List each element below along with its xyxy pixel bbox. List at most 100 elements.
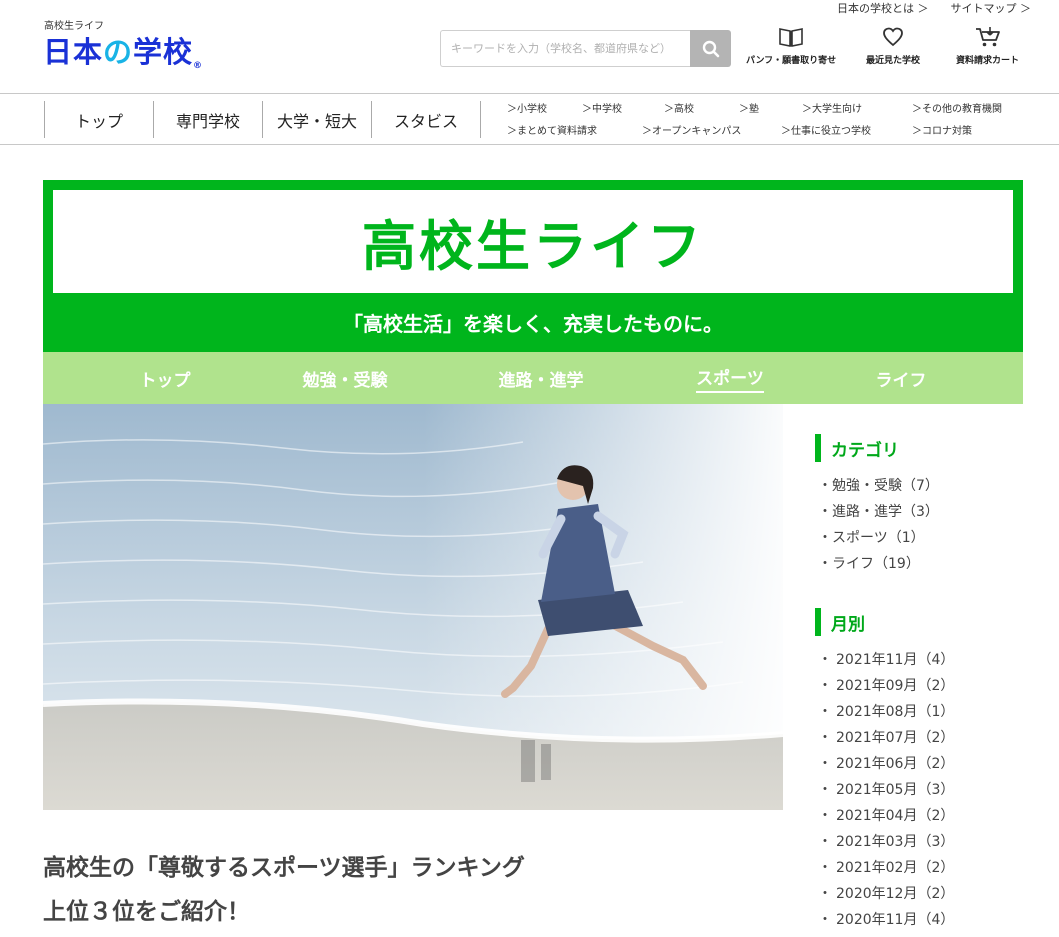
month-label: 2021年08月（1） xyxy=(836,704,955,720)
monthly-list: ・ 2021年11月（4） ・ 2021年09月（2） ・ 2021年08月（1） ・… xyxy=(818,646,954,932)
magnifier-icon xyxy=(702,40,719,57)
sublink-cram-school[interactable]: ＞塾 xyxy=(739,100,759,115)
logo-registered-mark: ® xyxy=(193,61,204,71)
tab-career[interactable]: 進路・進学 xyxy=(481,352,601,404)
bullet: ・ xyxy=(818,678,832,694)
gnav-divider xyxy=(480,101,481,138)
month-label: 2021年04月（2） xyxy=(836,808,955,824)
category-label: ライフ（19） xyxy=(832,556,920,572)
tab-life[interactable]: ライフ xyxy=(841,352,961,404)
gnav-vocational-school[interactable]: 専門学校 xyxy=(153,101,262,138)
month-item[interactable]: ・ 2021年09月（2） xyxy=(818,672,954,698)
bullet: ・ xyxy=(818,860,832,876)
bullet: ・ xyxy=(818,808,832,824)
gnav-top[interactable]: トップ xyxy=(44,101,153,138)
gnav-stabis[interactable]: スタビス xyxy=(371,101,480,138)
category-list: ・勉強・受験（7） ・進路・進学（3） ・スポーツ（1） ・ライフ（19） xyxy=(818,472,939,576)
heart-icon xyxy=(883,27,903,47)
sublink-open-campus[interactable]: ＞オープンキャンパス xyxy=(642,122,741,137)
month-item[interactable]: ・ 2021年11月（4） xyxy=(818,646,954,672)
sublink-junior-high[interactable]: ＞中学校 xyxy=(582,100,622,115)
bullet: ・ xyxy=(818,556,832,572)
tab-study-exam[interactable]: 勉強・受験 xyxy=(285,352,405,404)
sitemap-link[interactable]: サイトマップ ＞ xyxy=(951,0,1032,16)
month-label: 2021年02月（2） xyxy=(836,860,955,876)
category-item-life[interactable]: ・ライフ（19） xyxy=(818,550,939,576)
sublink-other-institutions[interactable]: ＞その他の教育機関 xyxy=(912,100,1002,115)
bullet: ・ xyxy=(818,834,832,850)
article-title: 高校生の「尊敬するスポーツ選手」ランキング 上位３位をご紹介！ xyxy=(43,846,525,934)
month-item[interactable]: ・ 2020年11月（4） xyxy=(818,906,954,932)
recently-viewed-button[interactable]: 最近見た学校 xyxy=(866,26,920,66)
month-label: 2021年09月（2） xyxy=(836,678,955,694)
sublink-high-school[interactable]: ＞高校 xyxy=(664,100,694,115)
banner-title: 高校生ライフ xyxy=(362,215,704,278)
category-item-study[interactable]: ・勉強・受験（7） xyxy=(818,472,939,498)
category-nav: トップ 勉強・受験 進路・進学 スポーツ ライフ xyxy=(43,352,1023,404)
tab-top[interactable]: トップ xyxy=(105,352,225,404)
month-item[interactable]: ・ 2021年04月（2） xyxy=(818,802,954,828)
category-item-sports[interactable]: ・スポーツ（1） xyxy=(818,524,939,550)
month-label: 2021年11月（4） xyxy=(836,652,955,668)
tab-life-label: ライフ xyxy=(875,370,927,391)
hero-image xyxy=(43,404,783,810)
category-label: スポーツ（1） xyxy=(832,530,925,546)
banner-subtitle: 「高校生活」を楽しく、充実したものに。 xyxy=(343,312,723,336)
book-icon xyxy=(779,28,803,47)
tab-sports-label: スポーツ xyxy=(696,364,764,393)
bullet: ・ xyxy=(818,886,832,902)
sublink-for-university-students[interactable]: ＞大学生向け xyxy=(802,100,862,115)
bullet: ・ xyxy=(818,912,832,928)
sublink-elementary[interactable]: ＞小学校 xyxy=(507,100,547,115)
month-item[interactable]: ・ 2020年12月（2） xyxy=(818,880,954,906)
bullet: ・ xyxy=(818,652,832,668)
month-item[interactable]: ・ 2021年05月（3） xyxy=(818,776,954,802)
cart-icon xyxy=(975,27,1000,47)
category-label: 進路・進学（3） xyxy=(832,504,939,520)
request-cart-label: 資料請求カート xyxy=(956,56,1020,66)
bullet: ・ xyxy=(818,504,832,520)
monthly-heading: 月別 xyxy=(815,608,1015,636)
global-nav: トップ 専門学校 大学・短大 スタビス ＞小学校 ＞中学校 ＞高校 ＞塾 ＞大学… xyxy=(0,93,1059,145)
article-title-line-1: 高校生の「尊敬するスポーツ選手」ランキング xyxy=(43,855,525,881)
month-item[interactable]: ・ 2021年06月（2） xyxy=(818,750,954,776)
bullet: ・ xyxy=(818,704,832,720)
month-item[interactable]: ・ 2021年03月（3） xyxy=(818,828,954,854)
pamphlet-request-button[interactable]: パンフ・願書取り寄せ xyxy=(746,26,836,66)
month-label: 2020年12月（2） xyxy=(836,886,955,902)
tab-sports[interactable]: スポーツ xyxy=(670,352,790,404)
request-cart-button[interactable]: 資料請求カート xyxy=(956,26,1019,66)
month-item[interactable]: ・ 2021年07月（2） xyxy=(818,724,954,750)
bullet: ・ xyxy=(818,782,832,798)
bullet: ・ xyxy=(818,530,832,546)
category-item-career[interactable]: ・進路・進学（3） xyxy=(818,498,939,524)
search-input[interactable] xyxy=(440,30,690,67)
month-label: 2021年06月（2） xyxy=(836,756,955,772)
tab-top-label: トップ xyxy=(139,370,191,391)
pamphlet-request-label: パンフ・願書取り寄せ xyxy=(746,56,837,66)
page-banner: 高校生ライフ 「高校生活」を楽しく、充実したものに。 xyxy=(43,180,1023,352)
sublink-bulk-request[interactable]: ＞まとめて資料請求 xyxy=(507,122,597,137)
month-item[interactable]: ・ 2021年08月（1） xyxy=(818,698,954,724)
sublink-covid-measures[interactable]: ＞コロナ対策 xyxy=(912,122,972,137)
month-label: 2020年11月（4） xyxy=(836,912,955,928)
logo-part-2: の xyxy=(103,35,134,69)
banner-title-box: 高校生ライフ xyxy=(53,190,1013,293)
top-links: 日本の学校とは ＞ サイトマップ ＞ xyxy=(837,0,1031,16)
about-link[interactable]: 日本の学校とは ＞ xyxy=(837,0,929,16)
logo-part-1: 日本 xyxy=(43,35,104,69)
bullet: ・ xyxy=(818,730,832,746)
logo-part-3: 学校 xyxy=(133,35,194,69)
site-logo[interactable]: 日本の学校® xyxy=(43,29,203,71)
month-label: 2021年07月（2） xyxy=(836,730,955,746)
month-item[interactable]: ・ 2021年02月（2） xyxy=(818,854,954,880)
beach-runner-illustration xyxy=(43,404,783,810)
tab-study-exam-label: 勉強・受験 xyxy=(302,370,388,391)
category-label: 勉強・受験（7） xyxy=(832,478,939,494)
tab-career-label: 進路・進学 xyxy=(498,370,584,391)
category-heading: カテゴリ xyxy=(815,434,1015,462)
recently-viewed-label: 最近見た学校 xyxy=(866,56,921,66)
sublink-useful-schools[interactable]: ＞仕事に役立つ学校 xyxy=(781,122,871,137)
gnav-university[interactable]: 大学・短大 xyxy=(262,101,371,138)
search-button[interactable] xyxy=(690,30,731,67)
